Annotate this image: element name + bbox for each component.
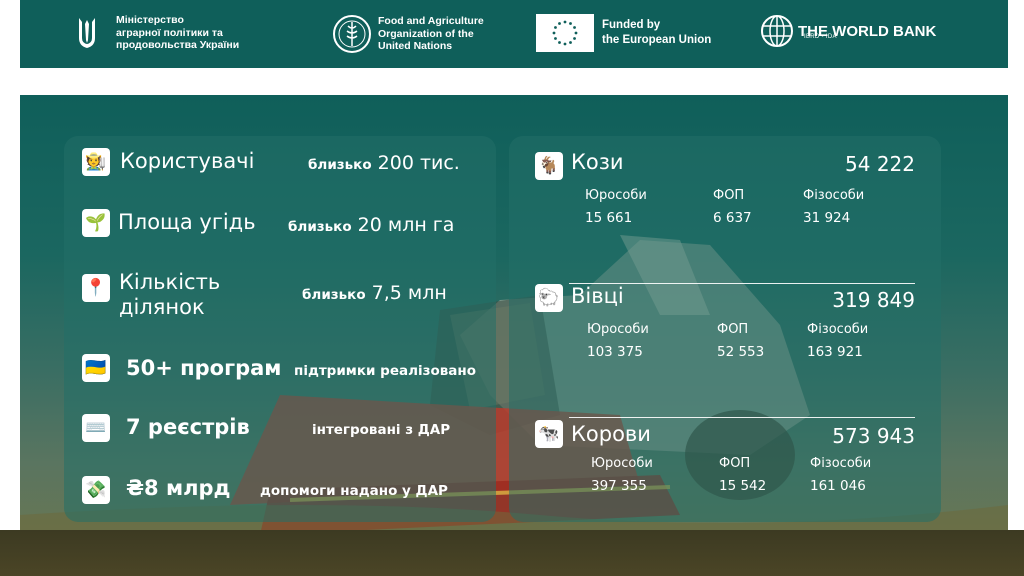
- cows-col-legal: Юрособи: [591, 456, 653, 471]
- pin-icon: 📍: [82, 274, 110, 302]
- goats-col-individual: Фізособи: [803, 188, 865, 203]
- keyboard-icon: ⌨️: [82, 414, 110, 442]
- eu-star-icon: [569, 22, 572, 25]
- sheep-val-individual: 163 921: [807, 344, 863, 360]
- plots-label: Кількість ділянок: [119, 270, 221, 319]
- fao-logo: Food and Agriculture Organization of the…: [332, 14, 484, 54]
- aid-label: ₴8 млрд: [126, 476, 231, 500]
- livestock-card: 🐐 Кози 54 222 Юрособи ФОП Фізособи 15 66…: [509, 136, 941, 522]
- aid-note: допомоги надано у ДАР: [260, 483, 448, 499]
- eu-star-icon: [563, 42, 567, 46]
- eu-star-icon: [554, 37, 557, 40]
- cows-total: 573 943: [832, 424, 915, 448]
- goats-label: Кози: [571, 150, 624, 174]
- worldbank-subtitle: IBRD • IDA: [804, 34, 837, 40]
- eu-funded-line2: the European Union: [602, 34, 712, 46]
- goats-val-fop: 6 637: [713, 210, 752, 226]
- land-area-value-prefix: близько: [288, 219, 352, 235]
- eu-star-icon: [563, 20, 567, 24]
- sprout-icon: 🌱: [82, 209, 110, 237]
- sheep-col-fop: ФОП: [717, 322, 749, 337]
- trident-icon: [79, 17, 95, 48]
- fao-seal-icon: [333, 15, 371, 53]
- ministry-name-line3: продовольства України: [116, 39, 240, 51]
- goats-val-individual: 31 924: [803, 210, 851, 226]
- goat-icon: 🐐: [535, 152, 563, 180]
- eu-star-icon: [554, 26, 557, 29]
- eu-star-icon: [574, 31, 578, 35]
- eu-star-icon: [552, 31, 556, 35]
- sheep-label: Вівці: [571, 284, 624, 308]
- programs-note: підтримки реалізовано: [294, 363, 476, 379]
- field-ground: [0, 530, 1024, 576]
- eu-funded-line1: Funded by: [602, 19, 661, 31]
- cow-icon: 🐄: [535, 420, 563, 448]
- cows-col-fop: ФОП: [719, 456, 751, 471]
- ministry-logo: Міністерство аграрної політики та продов…: [76, 14, 239, 52]
- summary-card: 🧑‍🌾 Користувачі близько 200 тис. 🌱 Площа…: [64, 136, 496, 522]
- goats-col-legal: Юрособи: [585, 188, 647, 203]
- sheep-val-legal: 103 375: [587, 344, 643, 360]
- sheep-val-fop: 52 553: [717, 344, 765, 360]
- land-area-label: Площа угідь: [118, 210, 256, 234]
- goats-val-legal: 15 661: [585, 210, 633, 226]
- users-label: Користувачі: [120, 149, 255, 173]
- plots-value-number: 7,5 млн: [371, 282, 447, 304]
- cows-val-fop: 15 542: [719, 478, 767, 494]
- plots-value-prefix: близько: [302, 287, 366, 303]
- statistics-panel: 🧑‍🌾 Користувачі близько 200 тис. 🌱 Площа…: [20, 95, 1008, 555]
- registries-label: 7 реєстрів: [126, 415, 250, 439]
- eu-star-icon: [569, 41, 572, 44]
- ukraine-flag-icon: 🇺🇦: [82, 354, 110, 382]
- cows-val-legal: 397 355: [591, 478, 647, 494]
- eu-star-icon: [558, 22, 561, 25]
- eu-star-icon: [558, 41, 561, 44]
- plots-value: близько 7,5 млн: [302, 282, 447, 304]
- money-icon: 💸: [82, 476, 110, 504]
- users-value-number: 200 тис.: [377, 152, 460, 174]
- eu-logo: Funded by the European Union: [536, 14, 711, 52]
- sheep-col-legal: Юрособи: [587, 322, 649, 337]
- land-area-value-number: 20 млн га: [357, 214, 455, 236]
- header-banner: Міністерство аграрної політики та продов…: [20, 0, 1008, 68]
- fao-name-line1: Food and Agriculture: [378, 15, 484, 28]
- land-area-value: близько 20 млн га: [288, 214, 454, 236]
- eu-star-icon: [573, 37, 576, 40]
- registries-note: інтегровані з ДАР: [312, 422, 451, 438]
- fao-name-line2: Organization of the: [378, 27, 474, 40]
- goats-total: 54 222: [845, 152, 915, 176]
- cows-label: Корови: [571, 422, 651, 446]
- cows-val-individual: 161 046: [810, 478, 866, 494]
- ministry-name-line1: Міністерство: [116, 14, 184, 26]
- users-value-prefix: близько: [308, 157, 372, 173]
- programs-label: 50+ програм: [126, 356, 282, 380]
- ministry-name-line2: аграрної політики та: [116, 26, 223, 39]
- eu-flag-icon: [536, 14, 594, 52]
- fao-name-line3: United Nations: [378, 40, 453, 53]
- eu-star-icon: [573, 26, 576, 29]
- divider: [569, 417, 915, 418]
- cows-col-individual: Фізособи: [810, 456, 872, 471]
- sheep-total: 319 849: [832, 288, 915, 312]
- worldbank-logo: THE WORLD BANK IBRD • IDA: [760, 14, 936, 47]
- farmer-icon: 🧑‍🌾: [82, 148, 110, 176]
- sheep-icon: 🐑: [535, 284, 563, 312]
- goats-col-fop: ФОП: [713, 188, 745, 203]
- users-value: близько 200 тис.: [308, 152, 460, 174]
- globe-icon: [761, 15, 793, 47]
- sheep-col-individual: Фізособи: [807, 322, 869, 337]
